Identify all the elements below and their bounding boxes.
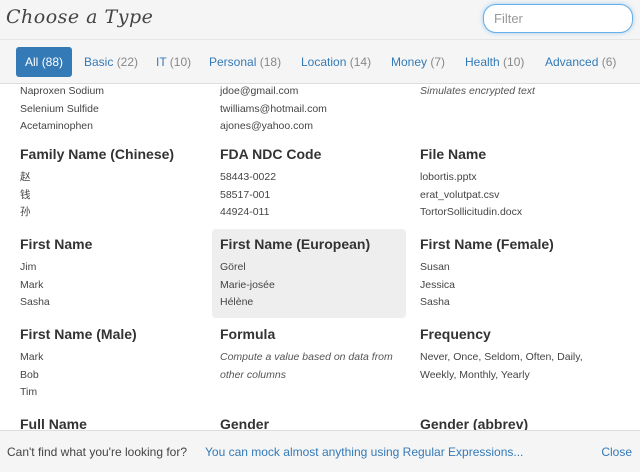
type-example: Sasha: [20, 296, 50, 308]
type-card[interactable]: Simulates encrypted text: [412, 85, 606, 107]
tab-money[interactable]: Money (7): [382, 47, 454, 77]
tab-basic[interactable]: Basic (22): [75, 47, 147, 77]
type-name: First Name (Female): [420, 236, 554, 252]
type-card[interactable]: Full Name: [12, 409, 206, 430]
tab-label: Money: [391, 55, 428, 69]
tab-count: (22): [116, 55, 139, 69]
type-example: Mark: [20, 351, 44, 363]
type-card[interactable]: File Name lobortis.pptx erat_volutpat.csv T…: [412, 139, 606, 228]
type-example: 44924-011: [220, 206, 270, 218]
footer-question: Can't find what you're looking for?: [7, 445, 188, 459]
type-name: Formula: [220, 326, 276, 342]
tab-label: All: [25, 55, 39, 69]
type-description: Compute a value based on data from other…: [220, 351, 393, 381]
type-name: Gender: [220, 416, 270, 430]
type-card[interactable]: First Name (Male) Mark Bob Tim: [12, 319, 206, 408]
type-example: Mark: [20, 278, 44, 291]
type-name: Family Name (Chinese): [20, 146, 175, 162]
type-card[interactable]: Gender (abbrev): [412, 409, 606, 430]
type-example: 58443-0022: [220, 171, 277, 183]
tab-count: (10): [169, 55, 192, 69]
type-name: First Name (European): [220, 236, 371, 252]
type-name: Full Name: [20, 416, 87, 430]
tab-location[interactable]: Location (14): [292, 47, 380, 77]
type-example: Hélène: [220, 296, 254, 308]
type-example: Tim: [20, 386, 38, 398]
type-example: twilliams@hotmail.com: [220, 102, 327, 115]
type-grid: Naproxen Sodium Selenium Sulfide Acetamino…: [0, 85, 640, 430]
type-example: 赵: [20, 171, 31, 183]
filter-input[interactable]: [483, 4, 633, 33]
type-example: Acetaminophen: [20, 120, 93, 132]
tab-count: (10): [503, 55, 525, 69]
type-name: FDA NDC Code: [220, 146, 322, 162]
tab-personal[interactable]: Personal (18): [200, 47, 290, 77]
tab-count: (7): [430, 55, 446, 69]
type-name: First Name (Male): [20, 326, 137, 342]
tab-advanced[interactable]: Advanced (6): [536, 47, 625, 77]
type-example: 钱: [20, 188, 31, 201]
type-example: Naproxen Sodium: [20, 85, 105, 97]
type-example: erat_volutpat.csv: [420, 188, 500, 201]
tab-label: Location: [301, 55, 347, 69]
type-example: Weekly, Monthly, Yearly: [420, 368, 530, 381]
type-example: Bob: [20, 368, 39, 381]
type-example: ajones@yahoo.com: [220, 120, 313, 132]
type-example: Marie-josée: [220, 278, 275, 291]
tab-all[interactable]: All (88): [16, 47, 73, 77]
type-example: jdoe@gmail.com: [220, 85, 299, 97]
close-button[interactable]: Close: [601, 431, 632, 472]
type-card[interactable]: jdoe@gmail.com twilliams@hotmail.com ajone…: [212, 85, 406, 142]
type-example: Sasha: [420, 296, 450, 308]
tab-count: (14): [349, 55, 372, 69]
tab-label: IT: [156, 55, 167, 69]
type-name: Gender (abbrev): [420, 416, 529, 430]
type-example: Selenium Sulfide: [20, 102, 99, 115]
type-example: 孙: [20, 206, 31, 218]
type-example: Susan: [420, 261, 450, 273]
type-example: Jessica: [420, 278, 456, 291]
type-example: TortorSollicitudin.docx: [420, 206, 523, 218]
type-card[interactable]: Naproxen Sodium Selenium Sulfide Acetamino…: [12, 85, 206, 142]
type-card[interactable]: Frequency Never, Once, Seldom, Often, Dai…: [412, 319, 606, 390]
type-example: 58517-001: [220, 188, 271, 201]
tab-it[interactable]: IT (10): [147, 47, 200, 77]
type-card[interactable]: First Name (European) Görel Marie-josée Hél…: [212, 229, 406, 318]
tab-label: Health: [465, 55, 500, 69]
type-card[interactable]: FDA NDC Code 58443-0022 58517-001 44924-011: [212, 139, 406, 228]
type-card[interactable]: Formula Compute a value based on data fro…: [212, 319, 406, 390]
tab-label: Personal: [209, 55, 257, 69]
type-card[interactable]: Gender: [212, 409, 406, 430]
type-card[interactable]: First Name Jim Mark Sasha: [12, 229, 206, 318]
dialog-title: Choose a Type: [6, 6, 154, 28]
type-description: Simulates encrypted text: [420, 85, 535, 97]
tab-count: (18): [259, 55, 282, 69]
type-example: Jim: [20, 261, 37, 273]
type-example: Never, Once, Seldom, Often, Daily,: [420, 351, 583, 363]
type-name: File Name: [420, 146, 487, 162]
dialog-footer: Can't find what you're looking for? You …: [0, 430, 640, 472]
dialog-header: Choose a Type: [0, 0, 640, 40]
type-card[interactable]: First Name (Female) Susan Jessica Sasha: [412, 229, 606, 318]
type-example: lobortis.pptx: [420, 171, 477, 183]
tab-label: Basic: [84, 55, 114, 69]
type-card[interactable]: Family Name (Chinese) 赵钱孙: [12, 139, 206, 228]
tab-count: (88): [41, 55, 64, 69]
category-tabs: All (88) Basic (22) IT (10) Personal (18) Lo…: [0, 40, 640, 84]
tab-label: Advanced: [545, 55, 599, 69]
regex-link[interactable]: You can mock almost anything using Regul…: [205, 431, 523, 472]
type-name: Frequency: [420, 326, 491, 342]
type-example: Görel: [220, 261, 246, 273]
type-name: First Name: [20, 236, 93, 252]
tab-count: (6): [601, 55, 617, 69]
tab-health[interactable]: Health (10): [456, 47, 533, 77]
